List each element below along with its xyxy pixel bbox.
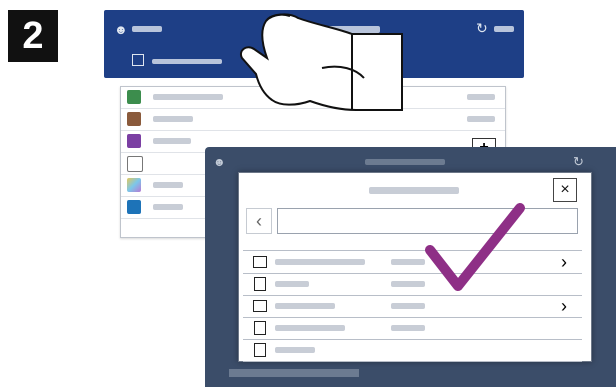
item-label-placeholder [275,303,335,309]
refresh-icon[interactable]: ↻ [573,154,584,170]
app-icon-doc [127,156,143,172]
header-text-placeholder [132,26,162,32]
folder-icon [253,300,267,312]
folder-icon [253,256,267,268]
app-icon-purple [127,134,141,148]
item-label-placeholder [153,182,183,188]
search-text-placeholder [152,59,222,64]
checkmark-icon [425,203,525,291]
item-label-placeholder [153,138,191,144]
item-label-placeholder [275,281,309,287]
frame-title-placeholder [365,159,445,165]
list-item[interactable] [243,317,582,340]
frame-footer-placeholder [229,369,359,377]
step-number-badge: 2 [8,10,58,62]
list-item[interactable] [243,273,582,296]
file-icon [254,321,266,335]
list-item[interactable]: › [243,251,582,274]
scan-icon [132,54,144,66]
list-item[interactable] [243,339,582,362]
file-icon [254,343,266,357]
refresh-icon[interactable]: ↻ [476,20,488,37]
item-label-placeholder [275,347,315,353]
item-label-placeholder [275,259,365,265]
item-label-placeholder [153,204,183,210]
item-meta-placeholder [467,116,495,122]
app-icon-blue [127,200,141,214]
header-right-placeholder [494,26,514,32]
item-meta-placeholder [467,94,495,100]
file-icon [254,277,266,291]
app-icon-green [127,90,141,104]
item-label-placeholder [153,116,193,122]
dialog-title-placeholder [369,187,459,194]
item-meta-placeholder [391,325,425,331]
user-icon: ☻ [213,155,226,169]
chevron-right-icon[interactable]: › [561,253,567,271]
hand-pointer-icon [240,13,403,111]
back-arrow-button[interactable]: ‹ [246,208,272,234]
list-item[interactable]: › [243,295,582,318]
item-label-placeholder [153,94,223,100]
user-icon: ☻ [114,22,128,37]
app-icon-gradient [127,178,141,192]
file-list: › › [243,250,582,362]
chevron-right-icon[interactable]: › [561,297,567,315]
item-label-placeholder [275,325,345,331]
close-button[interactable]: × [553,178,577,202]
app-icon-photo [127,112,141,126]
item-meta-placeholder [391,303,425,309]
